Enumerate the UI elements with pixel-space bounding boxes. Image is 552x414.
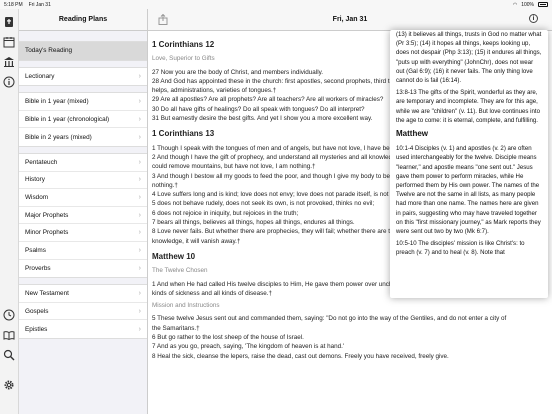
plan-item[interactable]: Psalms › — [19, 242, 147, 260]
plan-item-label: Psalms — [25, 246, 46, 254]
plan-item-label: History — [25, 176, 45, 184]
wifi-icon: ◠ — [512, 1, 518, 8]
plan-item[interactable]: Today's Reading — [19, 42, 147, 60]
content-header: Fri, Jan 31 i — [148, 9, 552, 31]
info-button[interactable]: i — [529, 14, 538, 23]
commentary-popup[interactable]: (13) it believes all things, trusts in G… — [390, 30, 548, 298]
history-icon[interactable] — [2, 308, 16, 322]
plan-item-label: New Testament — [25, 289, 69, 297]
chevron-right-icon: › — [138, 176, 141, 184]
chevron-right-icon: › — [138, 289, 141, 297]
plan-item-label: Major Prophets — [25, 211, 69, 219]
verse: 6 But go rather to the lost sheep of the… — [152, 334, 304, 342]
plan-item-label: Minor Prophets — [25, 229, 69, 237]
left-toolbar — [0, 9, 19, 414]
status-time: 5:18 PM — [4, 1, 23, 8]
plan-item-label: Bible in 1 year (mixed) — [25, 97, 89, 105]
plan-item[interactable]: Lectionary › — [19, 68, 147, 86]
chevron-right-icon: › — [138, 307, 141, 315]
plan-item[interactable]: Bible in 2 years (mixed) › — [19, 128, 147, 146]
plan-item-label: Lectionary — [25, 72, 55, 80]
chevron-right-icon: › — [138, 229, 141, 237]
chevron-right-icon: › — [138, 158, 141, 166]
plan-item-label: Proverbs — [25, 264, 51, 272]
plan-item-label: Pentateuch — [25, 158, 58, 166]
library-icon[interactable] — [2, 55, 16, 69]
chevron-right-icon: › — [138, 72, 141, 80]
plan-group: Pentateuch › History › Wisdom › Major Prophets… — [19, 152, 147, 279]
plan-item[interactable]: Wisdom › — [19, 189, 147, 207]
plan-item[interactable]: New Testament › — [19, 285, 147, 303]
plan-group: Bible in 1 year (mixed) › Bible in 1 year … — [19, 92, 147, 147]
plan-item[interactable]: Gospels › — [19, 303, 147, 321]
plan-item-label: Bible in 1 year (chronological) — [25, 115, 110, 123]
plan-item[interactable]: History › — [19, 172, 147, 190]
verse: 8 Heal the sick, cleanse the lepers, rai… — [152, 352, 449, 360]
reading-icon[interactable] — [2, 328, 16, 342]
status-right: ◠ 100% — [513, 2, 548, 8]
sidebar-title: Reading Plans — [19, 9, 147, 31]
plan-item-label: Today's Reading — [25, 47, 73, 55]
plan-item[interactable]: Bible in 1 year (mixed) › — [19, 93, 147, 111]
chevron-right-icon: › — [138, 211, 141, 219]
plan-item-label: Gospels — [25, 307, 49, 315]
chevron-right-icon: › — [138, 133, 141, 141]
commentary-paragraph: (13) it believes all things, trusts in G… — [396, 31, 542, 85]
commentary-paragraph: 13:8-13 The gifts of the Spirit, wonderf… — [396, 89, 540, 124]
share-icon[interactable] — [158, 14, 168, 25]
plan-item[interactable]: Minor Prophets › — [19, 224, 147, 242]
commentary-book-title: Matthew — [396, 129, 428, 139]
chevron-right-icon: › — [138, 193, 141, 201]
search-icon[interactable] — [2, 348, 16, 362]
plan-item-label: Bible in 2 years (mixed) — [25, 133, 92, 141]
plan-item[interactable]: Bible in 1 year (chronological) › — [19, 111, 147, 129]
section-heading: Mission and Instructions — [152, 302, 220, 310]
plan-groups: Today's Reading Lectionary › Bible in 1 yea… — [19, 41, 147, 339]
plan-item-label: Wisdom — [25, 193, 49, 201]
plan-group: New Testament › Gospels › Epistles › — [19, 284, 147, 339]
plan-group: Lectionary › — [19, 66, 147, 87]
status-date: Fri Jan 31 — [28, 1, 51, 8]
verse: the Samaritans.† — [152, 324, 200, 332]
plan-item-label: Epistles — [25, 325, 48, 333]
status-battery: 100% — [521, 1, 534, 8]
plan-item[interactable]: Major Prophets › — [19, 207, 147, 225]
bible-icon[interactable] — [2, 15, 16, 29]
calendar-icon[interactable] — [2, 35, 16, 49]
battery-icon — [538, 2, 548, 7]
chevron-right-icon: › — [138, 264, 141, 272]
settings-icon[interactable] — [2, 378, 16, 392]
plan-item[interactable]: Proverbs › — [19, 260, 147, 278]
chevron-right-icon: › — [138, 325, 141, 333]
chevron-right-icon: › — [138, 97, 141, 105]
date-title: Fri, Jan 31 — [332, 16, 368, 23]
verse: 5 These twelve Jesus sent out and comman… — [152, 315, 507, 323]
info-icon[interactable] — [2, 75, 16, 89]
chevron-right-icon: › — [138, 115, 141, 123]
plan-group: Today's Reading — [19, 41, 147, 61]
plan-item[interactable]: Pentateuch › — [19, 154, 147, 172]
plan-item[interactable]: Epistles › — [19, 320, 147, 338]
commentary-paragraph: 10:5-10 The disciples' mission is like C… — [396, 240, 525, 257]
verse: 7 And as you go, preach, saying, 'The ki… — [152, 343, 345, 351]
commentary-paragraph: 10:1-4 Disciples (v. 1) and apostles (v.… — [396, 145, 541, 236]
chevron-right-icon: › — [138, 246, 141, 254]
reading-plans-sidebar: Reading Plans Today's Reading Lectionary ›… — [19, 9, 148, 414]
status-bar: 5:18 PM Fri Jan 31 ◠ 100% — [0, 0, 552, 9]
